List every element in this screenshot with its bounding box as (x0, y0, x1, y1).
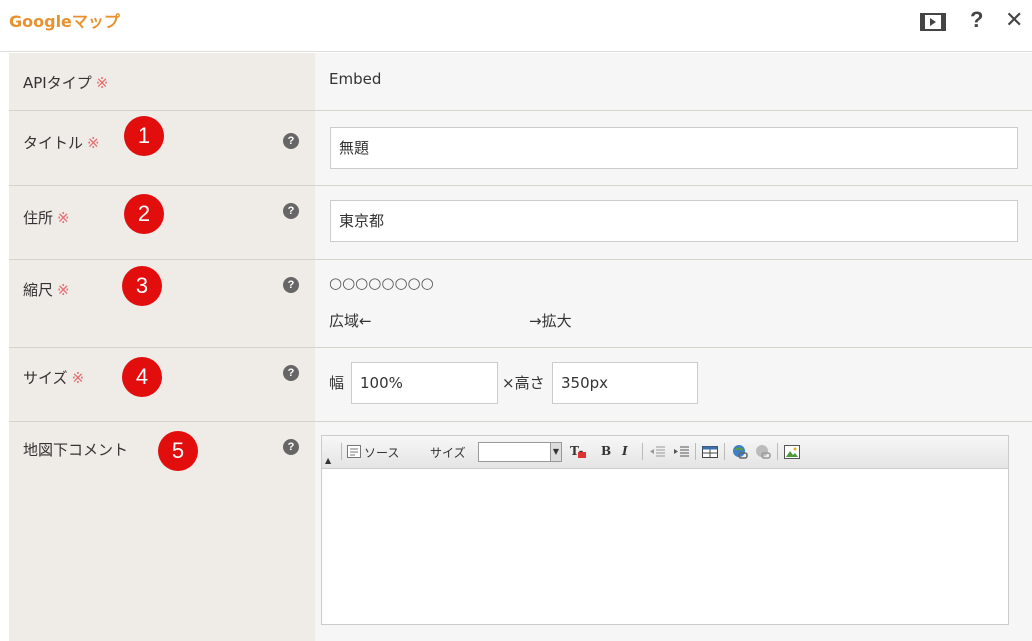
row-api-type: APIタイプ ※ Embed (9, 53, 1032, 111)
width-input[interactable]: 100% (351, 362, 498, 404)
scale-wide-label: 広域← (329, 312, 372, 330)
api-type-value: Embed (329, 70, 382, 88)
required-mark: ※ (95, 74, 109, 92)
value-cell: ○○○○○○○○ 広域← →拡大 (315, 260, 1032, 347)
label-cell: タイトル ※ 1 ? (9, 111, 315, 185)
table-icon[interactable] (702, 444, 718, 460)
label-cell: APIタイプ ※ (9, 53, 315, 110)
row-title: タイトル ※ 1 ? 無題 (9, 111, 1032, 186)
unlink-icon[interactable] (755, 444, 771, 460)
dialog-title: Googleマップ (9, 12, 120, 31)
help-icon[interactable]: ? (283, 277, 299, 293)
chevron-down-icon[interactable]: ▼ (550, 442, 562, 462)
dialog-header: Googleマップ ? ✕ (0, 0, 1032, 52)
scale-radio-group[interactable]: ○○○○○○○○ (329, 274, 434, 292)
callout-badge-4: 4 (122, 357, 162, 397)
size-label: サイズ (430, 446, 466, 460)
size-label: サイズ (23, 369, 68, 387)
value-cell: Embed (315, 53, 1032, 110)
editor-toolbar: ▲ ソース サイズ ▼ T▾ B I (322, 436, 1008, 469)
api-type-label: APIタイプ (23, 74, 92, 92)
source-button[interactable]: ソース (364, 444, 399, 461)
required-mark: ※ (57, 281, 70, 299)
help-icon[interactable]: ? (283, 365, 299, 381)
label-cell: 住所 ※ 2 ? (9, 186, 315, 259)
scale-zoom-label: →拡大 (529, 312, 572, 330)
height-input[interactable]: 350px (552, 362, 698, 404)
address-label: 住所 (23, 209, 54, 227)
bold-button[interactable]: B (601, 444, 611, 458)
required-mark: ※ (71, 369, 85, 387)
comment-label: 地図下コメント (23, 441, 129, 459)
help-icon[interactable]: ? (970, 8, 983, 32)
help-icon[interactable]: ? (283, 203, 299, 219)
title-input[interactable]: 無題 (330, 127, 1018, 169)
label-cell: 縮尺 ※ 3 ? (9, 260, 315, 347)
callout-badge-1: 1 (124, 116, 164, 156)
outdent-icon[interactable] (650, 444, 666, 460)
close-icon[interactable]: ✕ (1005, 8, 1023, 32)
row-size: サイズ ※ 4 ? 幅 100% ×高さ 350px (9, 348, 1032, 422)
comment-editor[interactable]: ▲ ソース サイズ ▼ T▾ B I (321, 435, 1009, 625)
help-icon[interactable]: ? (283, 133, 299, 149)
indent-icon[interactable] (674, 444, 690, 460)
value-cell: 東京都 (315, 186, 1032, 259)
height-label: ×高さ (502, 374, 545, 392)
image-icon[interactable] (784, 444, 800, 460)
width-label: 幅 (329, 374, 345, 392)
value-cell: 幅 100% ×高さ 350px (315, 348, 1032, 421)
callout-badge-2: 2 (124, 194, 164, 234)
collapse-toolbar-icon[interactable]: ▲ (325, 456, 331, 465)
preview-film-icon[interactable] (920, 13, 946, 31)
font-size-select[interactable] (478, 442, 560, 462)
required-mark: ※ (87, 134, 100, 152)
value-cell: 無題 (315, 111, 1032, 185)
color-swatch (578, 452, 586, 458)
label-cell: サイズ ※ 4 ? (9, 348, 315, 421)
source-icon[interactable] (347, 445, 361, 461)
help-icon[interactable]: ? (283, 439, 299, 455)
title-label: タイトル (23, 134, 84, 152)
row-address: 住所 ※ 2 ? 東京都 (9, 186, 1032, 260)
link-icon[interactable] (732, 444, 748, 460)
row-scale: 縮尺 ※ 3 ? ○○○○○○○○ 広域← →拡大 (9, 260, 1032, 348)
address-input[interactable]: 東京都 (330, 200, 1018, 242)
required-mark: ※ (57, 209, 70, 227)
callout-badge-3: 3 (122, 266, 162, 306)
callout-badge-5: 5 (158, 431, 198, 471)
scale-label: 縮尺 (23, 281, 54, 299)
label-cell: 地図下コメント 5 ? (9, 422, 315, 641)
italic-button[interactable]: I (622, 444, 628, 458)
